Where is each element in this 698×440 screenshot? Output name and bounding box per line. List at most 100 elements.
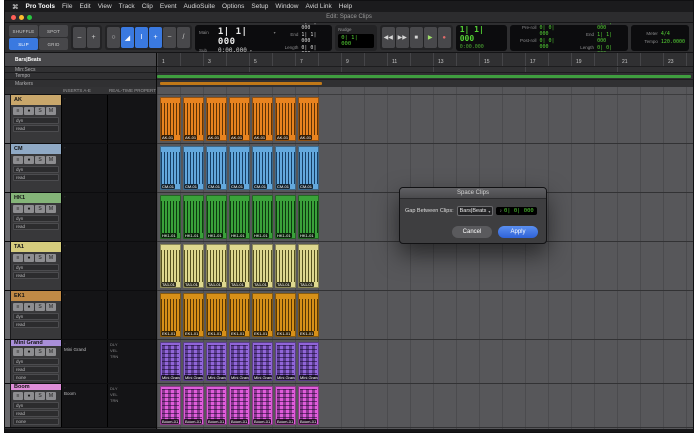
transport-fast-forward-button[interactable]: ▶▶: [396, 27, 409, 48]
automation-mode-selector[interactable]: dyn: [13, 117, 59, 124]
record-enable-button[interactable]: ●: [24, 392, 34, 400]
audio-clip[interactable]: HK1-01: [206, 195, 227, 239]
edit-mode-spot[interactable]: SPOT: [39, 25, 68, 37]
automation-mode-selector[interactable]: dyn: [13, 358, 59, 365]
transport-main-counter[interactable]: 1| 1| 000: [460, 25, 503, 43]
insert-plugin-name[interactable]: Mini Grand: [64, 347, 105, 352]
selection-start-value[interactable]: 1| 1| 000: [301, 23, 328, 31]
audio-clip[interactable]: TA1-01: [252, 244, 273, 288]
track-view-icon[interactable]: ≡: [13, 303, 23, 311]
mute-button[interactable]: M: [46, 392, 56, 400]
menu-item-audiosuite[interactable]: AudioSuite: [184, 3, 215, 10]
track-view-icon[interactable]: ≡: [13, 348, 23, 356]
audio-clip[interactable]: CM-01: [298, 146, 319, 190]
track-view-icon[interactable]: ≡: [13, 254, 23, 262]
mute-button[interactable]: M: [46, 156, 56, 164]
record-enable-button[interactable]: ●: [24, 348, 34, 356]
zoom-in-button[interactable]: +: [87, 27, 100, 48]
automation-mode-selector[interactable]: dyn: [13, 402, 59, 409]
scrubber-tool[interactable]: ~: [163, 27, 176, 48]
audio-clip[interactable]: AK-01: [275, 97, 296, 141]
transport-sub-counter[interactable]: 0:00.000: [460, 44, 503, 50]
solo-button[interactable]: S: [35, 303, 45, 311]
audio-clip[interactable]: HK1-01: [229, 195, 250, 239]
audio-clip[interactable]: HK1-01: [183, 195, 204, 239]
audio-clip[interactable]: AK-01: [298, 97, 319, 141]
automation-mode-selector[interactable]: dyn: [13, 215, 59, 222]
track-name[interactable]: CM: [11, 144, 61, 154]
menu-item-file[interactable]: File: [62, 3, 72, 10]
gap-value-field[interactable]: ♪ 0| 0| 000: [496, 207, 536, 215]
edit-mode-grid[interactable]: GRID: [39, 38, 68, 50]
audio-clip[interactable]: CM-01: [252, 146, 273, 190]
clip-timeline-area[interactable]: AK-01AK-01AK-01AK-01AK-01AK-01AK-01CM-01…: [157, 87, 693, 429]
audio-clip[interactable]: CM-01: [183, 146, 204, 190]
solo-button[interactable]: S: [35, 205, 45, 213]
tempo-value[interactable]: 120.0000: [661, 39, 685, 45]
audio-clip[interactable]: HK1-01: [252, 195, 273, 239]
end-value[interactable]: 1| 1| 000: [597, 32, 624, 44]
menu-item-clip[interactable]: Clip: [142, 3, 153, 10]
automation-read-selector[interactable]: read: [13, 321, 59, 328]
main-counter[interactable]: 1| 1| 000: [218, 27, 271, 47]
automation-read-selector[interactable]: read: [13, 125, 59, 132]
length-value[interactable]: 0| 0| 000: [597, 45, 624, 54]
audio-clip[interactable]: AK-01: [160, 97, 181, 141]
menu-item-pro-tools[interactable]: Pro Tools: [26, 3, 56, 10]
automation-read-selector[interactable]: read: [13, 410, 59, 417]
solo-button[interactable]: S: [35, 254, 45, 262]
mute-button[interactable]: M: [46, 254, 56, 262]
timeline-ruler[interactable]: 1357911131517192123: [157, 53, 693, 87]
audio-clip[interactable]: TA1-01: [275, 244, 296, 288]
midi-clip[interactable]: Boom-01: [252, 386, 273, 425]
track-name[interactable]: HK1: [11, 193, 61, 203]
transport-stop-button[interactable]: ■: [410, 27, 423, 48]
nudge-value[interactable]: 0| 1| 000: [338, 34, 374, 48]
record-enable-button[interactable]: ●: [24, 303, 34, 311]
transport-record-button[interactable]: ●: [438, 27, 451, 48]
menu-item-track[interactable]: Track: [119, 3, 135, 10]
zoomer-tool[interactable]: ○: [107, 27, 120, 48]
zoom-out-button[interactable]: –: [73, 27, 86, 48]
apple-icon[interactable]: ⌘: [12, 3, 19, 11]
audio-clip[interactable]: EK1-01: [229, 293, 250, 337]
audio-clip[interactable]: EK1-01: [298, 293, 319, 337]
audio-clip[interactable]: HK1-01: [160, 195, 181, 239]
solo-button[interactable]: S: [35, 392, 45, 400]
menu-item-setup[interactable]: Setup: [251, 3, 268, 10]
track-name[interactable]: AK: [11, 95, 61, 105]
edit-mode-shuffle[interactable]: SHUFFLE: [9, 25, 38, 37]
audio-clip[interactable]: TA1-01: [229, 244, 250, 288]
audio-clip[interactable]: TA1-01: [298, 244, 319, 288]
menu-item-help[interactable]: Help: [339, 3, 352, 10]
patch-select-button[interactable]: none: [13, 374, 59, 381]
menu-item-avid-link[interactable]: Avid Link: [306, 3, 332, 10]
trimmer-tool[interactable]: ◢: [121, 27, 134, 48]
midi-clip[interactable]: Boom-01: [160, 386, 181, 425]
close-window-button[interactable]: [11, 15, 16, 20]
midi-clip[interactable]: Mini Grand-01: [275, 342, 296, 381]
solo-button[interactable]: S: [35, 156, 45, 164]
audio-clip[interactable]: EK1-01: [206, 293, 227, 337]
track-name[interactable]: TA1: [11, 242, 61, 252]
start-value[interactable]: 1| 1| 000: [597, 23, 624, 31]
midi-clip[interactable]: Mini Grand-01: [229, 342, 250, 381]
meter-value[interactable]: 4/4: [661, 31, 670, 37]
mute-button[interactable]: M: [46, 107, 56, 115]
automation-read-selector[interactable]: read: [13, 174, 59, 181]
record-enable-button[interactable]: ●: [24, 205, 34, 213]
ruler-lane-bars-beats[interactable]: Bars|Beats: [5, 53, 156, 67]
markers-ruler[interactable]: [157, 80, 693, 87]
midi-clip[interactable]: Boom-01: [275, 386, 296, 425]
menu-item-view[interactable]: View: [98, 3, 112, 10]
audio-clip[interactable]: EK1-01: [275, 293, 296, 337]
midi-clip[interactable]: Boom-01: [206, 386, 227, 425]
audio-clip[interactable]: EK1-01: [160, 293, 181, 337]
menu-item-event[interactable]: Event: [160, 3, 177, 10]
track-view-icon[interactable]: ≡: [13, 205, 23, 213]
audio-clip[interactable]: CM-01: [206, 146, 227, 190]
minimize-window-button[interactable]: [19, 15, 24, 20]
audio-clip[interactable]: AK-01: [229, 97, 250, 141]
audio-clip[interactable]: CM-01: [275, 146, 296, 190]
solo-button[interactable]: S: [35, 348, 45, 356]
